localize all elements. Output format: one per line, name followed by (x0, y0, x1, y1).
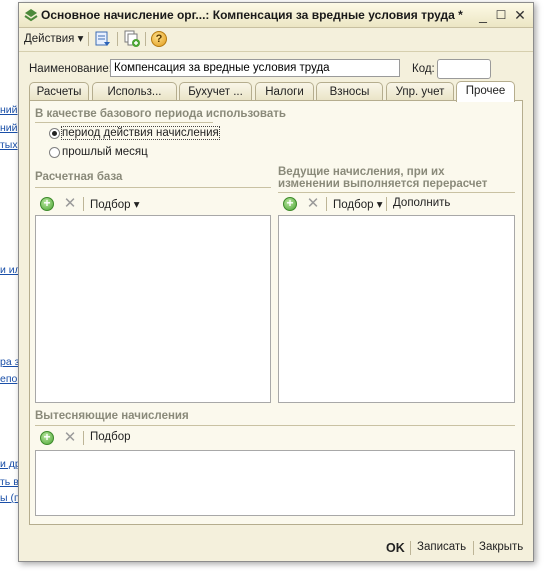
background-link[interactable]: и ил (0, 264, 18, 276)
help-icon[interactable]: ? (151, 31, 167, 47)
background-link[interactable]: тых (0, 139, 18, 151)
leading-title-line1: Ведущие начисления, при их (278, 166, 445, 178)
actions-menu-button[interactable]: Действия ▾ (24, 31, 83, 45)
code-input[interactable] (437, 59, 491, 79)
delete-icon[interactable]: ✕ (63, 430, 77, 445)
toolbar: Действия ▾ ? (19, 27, 533, 52)
close-window-button[interactable]: ✕ (512, 7, 528, 23)
chevron-down-icon: ▾ (376, 199, 383, 211)
toolbar-separator (83, 431, 84, 445)
app-icon (24, 9, 38, 22)
background-link[interactable]: ра з (0, 356, 18, 368)
actions-label: Действия (24, 33, 75, 45)
toolbar-separator (88, 32, 89, 46)
displacing-select-button[interactable]: Подбор (90, 431, 131, 443)
leading-select-button[interactable]: Подбор ▾ (333, 197, 382, 211)
select-label: Подбор (90, 199, 131, 211)
save-button[interactable]: Записать (417, 541, 466, 553)
displacing-title: Вытесняющие начисления (35, 410, 189, 422)
radio-accrual-period-label[interactable]: период действия начисления (61, 126, 220, 140)
divider (35, 425, 515, 426)
divider (278, 192, 515, 193)
maximize-button[interactable]: ☐ (493, 7, 509, 23)
add-icon[interactable]: + (283, 197, 297, 211)
chevron-down-icon: ▾ (77, 33, 84, 45)
tab-management-accounting[interactable]: Упр. учет (386, 82, 454, 101)
leading-accruals-list[interactable] (278, 215, 515, 403)
tab-usage[interactable]: Использ... (92, 82, 177, 101)
footer-separator (410, 541, 411, 555)
toolbar-separator (145, 32, 146, 46)
title-bar[interactable]: Основное начисление орг...: Компенсация … (19, 3, 533, 28)
close-button[interactable]: Закрыть (479, 541, 523, 553)
leading-title-line2: изменении выполняется перерасчет (278, 178, 488, 190)
add-icon[interactable]: + (40, 431, 54, 445)
background-page: ний ний тых и ил ра з епо и др ть в ы (п (0, 0, 20, 571)
name-input[interactable] (110, 59, 400, 77)
code-label: Код: (412, 63, 435, 75)
toolbar-separator (83, 197, 84, 211)
toolbar-separator (386, 197, 387, 211)
background-link[interactable]: ний (0, 104, 18, 116)
divider (35, 122, 213, 123)
tab-other[interactable]: Прочее (456, 81, 515, 102)
radio-previous-month-label[interactable]: прошлый месяц (62, 146, 148, 158)
name-label: Наименование: (29, 63, 112, 75)
calc-base-title: Расчетная база (35, 171, 123, 183)
radio-previous-month[interactable] (49, 147, 60, 158)
add-icon[interactable]: + (40, 197, 54, 211)
toolbar-separator (326, 197, 327, 211)
tab-accounting[interactable]: Бухучет ... (179, 82, 252, 101)
background-link[interactable]: и др (0, 458, 18, 470)
divider (35, 187, 271, 188)
footer-separator (473, 541, 474, 555)
window-title: Основное начисление орг...: Компенсация … (41, 8, 463, 22)
tab-taxes[interactable]: Налоги (255, 82, 314, 101)
form-window: Основное начисление орг...: Компенсация … (18, 2, 534, 562)
background-link[interactable]: ний (0, 122, 18, 134)
select-label: Подбор (333, 199, 374, 211)
calc-base-select-button[interactable]: Подбор ▾ (90, 197, 139, 211)
calc-base-list[interactable] (35, 215, 271, 403)
background-link[interactable]: епо (0, 373, 18, 385)
delete-icon[interactable]: ✕ (306, 196, 320, 211)
go-to-list-icon[interactable] (94, 30, 112, 48)
chevron-down-icon: ▾ (133, 199, 140, 211)
ok-button[interactable]: OK (386, 541, 405, 555)
tab-calculations[interactable]: Расчеты (29, 82, 89, 101)
delete-icon[interactable]: ✕ (63, 196, 77, 211)
displacing-accruals-list[interactable] (35, 450, 515, 516)
copy-new-icon[interactable] (123, 30, 141, 48)
fill-button[interactable]: Дополнить (393, 197, 450, 209)
background-link[interactable]: ы (п (0, 492, 18, 504)
toolbar-separator (117, 32, 118, 46)
radio-accrual-period[interactable] (49, 128, 60, 139)
background-link[interactable]: ть в (0, 476, 18, 488)
minimize-button[interactable]: _ (475, 7, 491, 23)
tab-contributions[interactable]: Взносы (316, 82, 383, 101)
base-period-title: В качестве базового периода использовать (35, 108, 286, 120)
